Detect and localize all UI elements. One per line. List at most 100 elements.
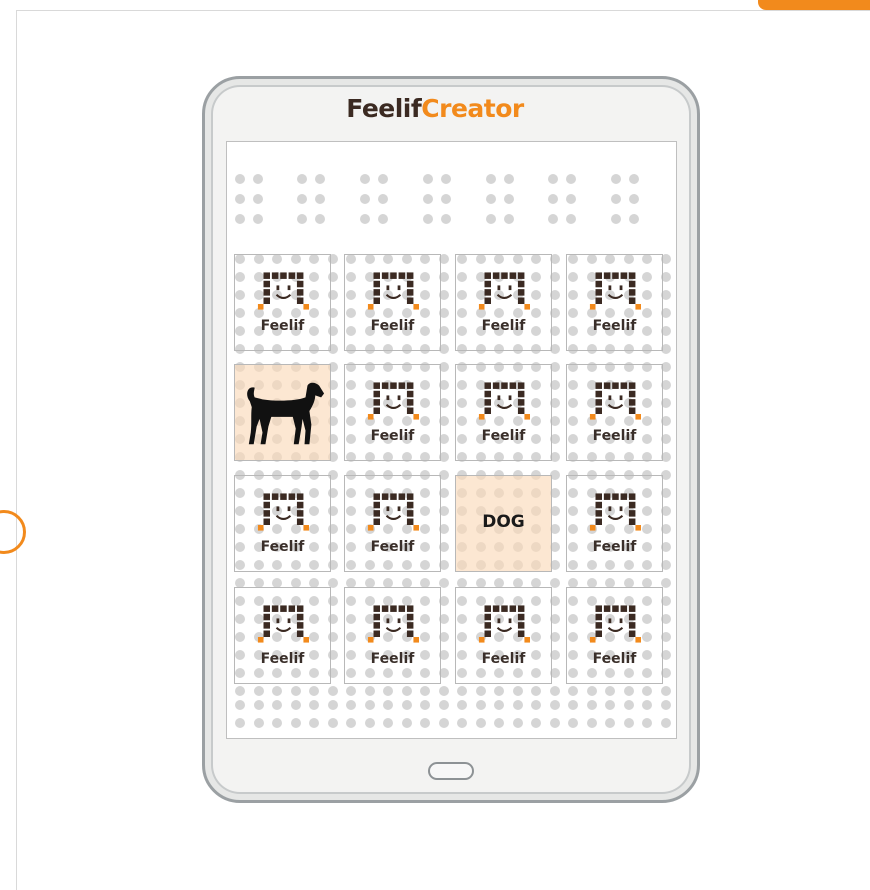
braille-dot [360, 174, 370, 184]
braille-dot [512, 718, 523, 728]
tile-feelif-logo[interactable]: Feelif [234, 587, 331, 684]
braille-dot [660, 718, 671, 728]
feelif-logo-icon [478, 604, 530, 644]
braille-dot [504, 174, 514, 184]
braille-dot [475, 718, 486, 728]
tile-label: Feelif [260, 651, 305, 667]
tile-label: Feelif [592, 539, 637, 555]
app-title-feelif: Feelif [346, 94, 422, 123]
braille-dot [378, 194, 388, 204]
tile-feelif-logo[interactable]: Feelif [344, 587, 441, 684]
braille-dot [253, 686, 264, 696]
braille-dot [504, 214, 514, 224]
tile-feelif-logo[interactable]: Feelif [344, 364, 441, 461]
braille-dot [549, 700, 560, 710]
braille-dot [568, 686, 578, 696]
braille-dot [290, 718, 301, 728]
feelif-logo-icon [367, 604, 419, 644]
braille-dot [383, 700, 393, 710]
braille-dot [290, 700, 301, 710]
braille-dot [549, 718, 560, 728]
tile-label: Feelif [260, 539, 305, 555]
braille-dot [235, 700, 245, 710]
braille-dot [272, 718, 282, 728]
tile-label: Feelif [260, 318, 305, 334]
braille-dot [504, 194, 514, 204]
braille-dot [486, 174, 496, 184]
braille-dot [629, 214, 639, 224]
tile-label: Feelif [592, 428, 637, 444]
braille-dot [457, 686, 467, 696]
braille-dot [548, 214, 558, 224]
braille-dot [383, 686, 393, 696]
tile-feelif-logo[interactable]: Feelif [566, 364, 663, 461]
feelif-logo-icon [257, 271, 309, 311]
tile-feelif-logo[interactable]: Feelif [455, 254, 552, 351]
braille-dot [441, 174, 451, 184]
braille-dot [272, 686, 282, 696]
braille-dot [364, 700, 375, 710]
braille-dot [401, 700, 412, 710]
braille-dot [315, 214, 325, 224]
braille-dot [611, 214, 621, 224]
braille-dot [423, 174, 433, 184]
braille-dot [549, 686, 560, 696]
braille-dot [457, 700, 467, 710]
tile-feelif-logo[interactable]: Feelif [344, 254, 441, 351]
tile-feelif-logo[interactable]: Feelif [455, 587, 552, 684]
braille-dot [586, 686, 597, 696]
feelif-logo-icon [367, 492, 419, 532]
feelif-logo-icon [589, 271, 641, 311]
braille-dot [531, 718, 541, 728]
braille-dot [586, 700, 597, 710]
braille-dot [438, 700, 449, 710]
braille-dot [586, 718, 597, 728]
braille-dot [475, 700, 486, 710]
braille-dot [642, 718, 652, 728]
feelif-logo-icon [367, 271, 419, 311]
braille-dot [315, 194, 325, 204]
braille-dot [566, 214, 576, 224]
app-title: FeelifCreator [0, 94, 870, 123]
braille-dot [253, 700, 264, 710]
braille-dot [378, 174, 388, 184]
braille-dot [423, 214, 433, 224]
braille-dot [441, 214, 451, 224]
braille-dot [309, 718, 319, 728]
braille-dot [438, 718, 449, 728]
braille-dot [253, 214, 263, 224]
braille-dot [253, 194, 263, 204]
braille-dot [642, 700, 652, 710]
braille-dot [566, 174, 576, 184]
braille-dot [297, 194, 307, 204]
tile-label: Feelif [370, 651, 415, 667]
feelif-logo-icon [257, 604, 309, 644]
braille-dot [423, 194, 433, 204]
braille-dot [235, 718, 245, 728]
braille-dot [642, 686, 652, 696]
braille-dot [486, 214, 496, 224]
tile-feelif-logo[interactable]: Feelif [566, 587, 663, 684]
braille-dot [494, 686, 504, 696]
tile-label: Feelif [592, 651, 637, 667]
braille-dot [660, 700, 671, 710]
braille-dot [297, 174, 307, 184]
braille-dot [420, 700, 430, 710]
braille-dot [629, 194, 639, 204]
tile-feelif-logo[interactable]: Feelif [234, 254, 331, 351]
tile-feelif-logo[interactable]: Feelif [234, 475, 331, 572]
tile-feelif-logo[interactable]: Feelif [566, 254, 663, 351]
braille-dot [309, 686, 319, 696]
tactile-screen[interactable]: Feelif Feelif Feelif Feelif Feelif Feelif Feel… [226, 141, 677, 739]
tile-feelif-logo[interactable]: Feelif [455, 364, 552, 461]
home-button[interactable] [428, 762, 474, 780]
feelif-logo-icon [589, 381, 641, 421]
tile-feelif-logo[interactable]: Feelif [566, 475, 663, 572]
braille-dot [309, 700, 319, 710]
tile-feelif-logo[interactable]: Feelif [344, 475, 441, 572]
tile-dog-word[interactable]: DOG [455, 475, 552, 572]
feelif-logo-icon [478, 271, 530, 311]
braille-dot [401, 686, 412, 696]
tile-dog-image[interactable] [234, 364, 331, 461]
braille-dot [623, 700, 634, 710]
